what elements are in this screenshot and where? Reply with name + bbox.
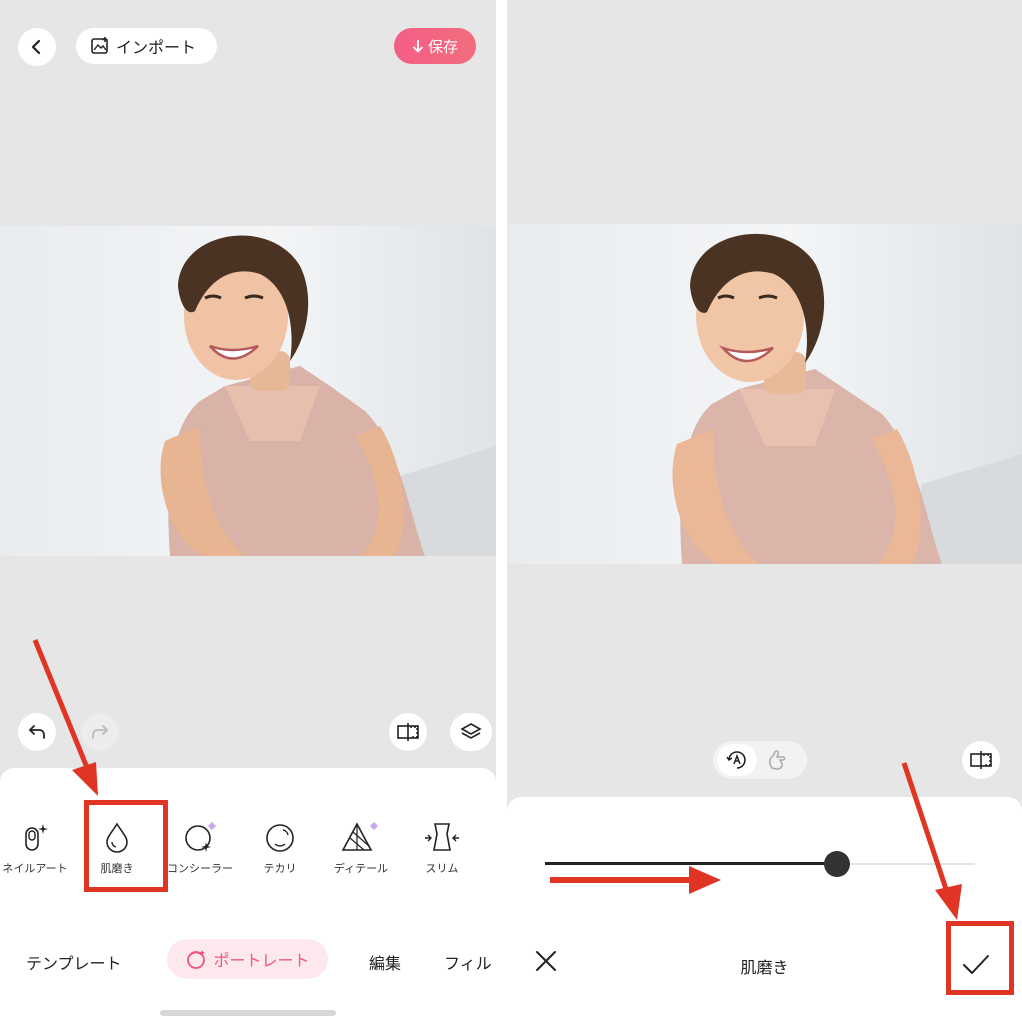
annotation-arrow-overlay xyxy=(550,762,962,920)
panel-divider xyxy=(496,0,507,1016)
highlight-box-skin-tool xyxy=(84,800,168,892)
annotation-arrow-overlay xyxy=(32,639,98,796)
right-editor-panel: 肌磨き xyxy=(507,0,1022,1016)
highlight-box-confirm xyxy=(946,921,1014,995)
left-editor-panel: インポート 保存 ネイルアート 肌磨き コンシーラー テカリ ディテール スリム… xyxy=(0,0,496,1016)
